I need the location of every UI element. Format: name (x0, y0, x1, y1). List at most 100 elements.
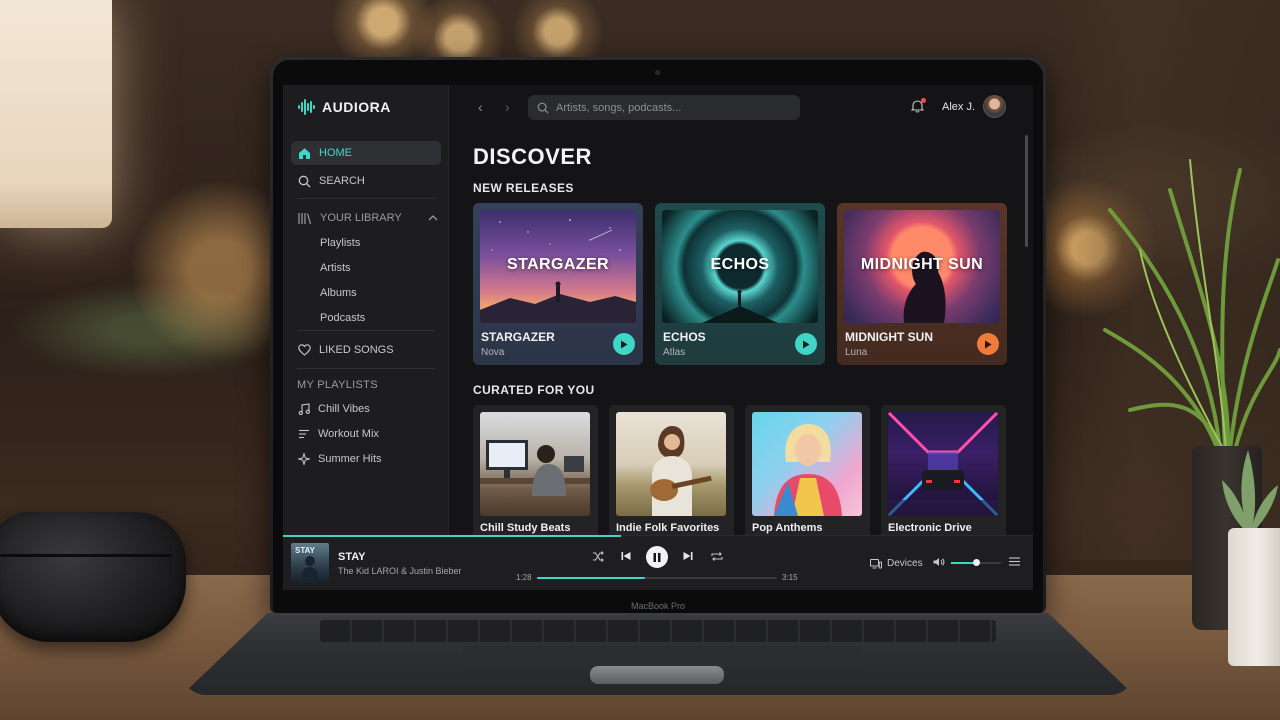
seek-bar[interactable] (537, 577, 777, 579)
total-time: 3:15 (782, 573, 798, 582)
succulent-plant (1222, 450, 1278, 535)
volume-slider[interactable] (951, 559, 1001, 566)
devices-icon (870, 558, 882, 568)
nav-home[interactable]: HOME (291, 141, 441, 165)
home-icon (299, 147, 310, 159)
music-note-icon (298, 403, 310, 415)
play-button[interactable] (613, 333, 635, 355)
next-icon[interactable] (683, 551, 693, 561)
queue-menu-icon[interactable] (1009, 557, 1020, 566)
library-item-playlists[interactable]: Playlists (320, 237, 360, 249)
now-playing-artist[interactable]: The Kid LAROI & Justin Bieber (338, 566, 462, 576)
devices-label: Devices (887, 558, 923, 569)
now-playing-title[interactable]: STAY (338, 551, 366, 563)
avatar[interactable] (983, 95, 1006, 118)
shuffle-icon[interactable] (592, 551, 604, 562)
cover-illustration (301, 556, 319, 583)
app-logo[interactable]: AUDIORA (298, 99, 391, 115)
playlist-item-chill-vibes[interactable]: Chill Vibes (291, 397, 441, 421)
playlist-card[interactable]: Chill Study Beats (473, 405, 598, 545)
previous-icon[interactable] (621, 551, 631, 561)
seek-bar-fill (537, 577, 645, 579)
playlist-item-summer-hits[interactable]: Summer Hits (291, 447, 441, 471)
release-artist[interactable]: Atlas (663, 347, 685, 358)
playlist-card[interactable]: Electronic Drive (881, 405, 1006, 545)
play-button[interactable] (795, 333, 817, 355)
release-title: MIDNIGHT SUN (845, 330, 933, 344)
release-card[interactable]: ECHOS ECHOS Atlas (655, 203, 825, 365)
search-input[interactable] (556, 101, 786, 114)
playlist-card[interactable]: Pop Anthems (745, 405, 870, 545)
playlist-title: Indie Folk Favorites (616, 522, 720, 534)
plant-leaves (1103, 159, 1280, 452)
playlist-label: Chill Vibes (318, 403, 370, 415)
page-title: DISCOVER (473, 144, 592, 169)
lamp-shade (0, 0, 112, 228)
scrollbar[interactable] (1025, 135, 1028, 247)
cover-text: MIDNIGHT SUN (860, 256, 984, 273)
nav-liked-songs[interactable]: LIKED SONGS (291, 338, 441, 362)
nav-library[interactable]: YOUR LIBRARY (291, 206, 441, 230)
playlist-title: Pop Anthems (752, 522, 823, 534)
webcam (655, 70, 660, 75)
nav-library-label: YOUR LIBRARY (320, 212, 402, 224)
playlist-card[interactable]: Indie Folk Favorites (609, 405, 734, 545)
nav-search-label: SEARCH (319, 175, 365, 187)
playlist-item-workout-mix[interactable]: Workout Mix (291, 422, 441, 446)
search-bar[interactable] (528, 95, 800, 120)
library-item-albums[interactable]: Albums (320, 287, 357, 299)
library-item-artists[interactable]: Artists (320, 262, 351, 274)
laptop-trackpad (462, 646, 862, 666)
playlist-title: Electronic Drive (888, 522, 972, 534)
nav-home-label: HOME (319, 147, 352, 159)
repeat-icon[interactable] (711, 551, 723, 562)
release-cover-stargazer: STARGAZER (480, 210, 636, 323)
play-icon (803, 340, 810, 348)
search-icon (537, 102, 549, 114)
cover-text: ECHOS (710, 256, 770, 273)
release-title: STARGAZER (481, 330, 555, 344)
release-card[interactable]: STARGAZER STARGAZER Nova (473, 203, 643, 365)
playlist-cover-pop (752, 412, 862, 516)
sidebar-divider (297, 198, 435, 199)
release-artist[interactable]: Nova (481, 347, 504, 358)
succulent-pot (1228, 528, 1280, 666)
pause-button[interactable] (646, 546, 668, 568)
cover-illustration (774, 424, 842, 516)
notification-dot (921, 98, 926, 103)
sidebar: AUDIORA HOME SEARCH YOUR LIBRARY Playlis… (283, 85, 449, 535)
forward-arrow-icon[interactable]: › (505, 99, 510, 115)
user-name[interactable]: Alex J. (942, 101, 975, 113)
search-icon (298, 175, 311, 187)
laptop-model-label: MacBook Pro (630, 601, 686, 611)
laptop-keyboard (320, 620, 996, 642)
play-icon (985, 340, 992, 348)
library-icon (298, 212, 312, 224)
release-cover-midnight-sun: MIDNIGHT SUN (844, 210, 1000, 323)
player-bar: STAY STAY The Kid LAROI & Justin Bieber … (283, 535, 1033, 590)
playlist-cover-electronic (888, 412, 998, 516)
play-icon (621, 340, 628, 348)
play-button[interactable] (977, 333, 999, 355)
library-item-podcasts[interactable]: Podcasts (320, 312, 365, 324)
sparkle-icon (298, 453, 310, 465)
playlist-cover-study (480, 412, 590, 516)
release-card[interactable]: MIDNIGHT SUN MIDNIGHT SUN Luna (837, 203, 1007, 365)
nav-search[interactable]: SEARCH (291, 169, 441, 193)
devices-button[interactable]: Devices (870, 558, 923, 569)
release-artist[interactable]: Luna (845, 347, 867, 358)
list-icon (299, 429, 309, 439)
back-arrow-icon[interactable]: ‹ (478, 99, 483, 115)
now-playing-cover[interactable]: STAY (291, 543, 329, 583)
laptop-hinge (590, 666, 724, 684)
cover-illustration (480, 440, 590, 496)
volume-slider-knob[interactable] (973, 559, 980, 566)
chevron-up-icon[interactable] (428, 215, 438, 221)
volume-icon[interactable] (933, 557, 945, 567)
sidebar-divider (297, 330, 435, 331)
elapsed-time: 1:28 (516, 573, 532, 582)
release-title: ECHOS (663, 330, 706, 344)
release-cover-echos: ECHOS (662, 210, 818, 323)
playlists-section-label: MY PLAYLISTS (297, 379, 378, 391)
headphone-case (0, 512, 186, 642)
